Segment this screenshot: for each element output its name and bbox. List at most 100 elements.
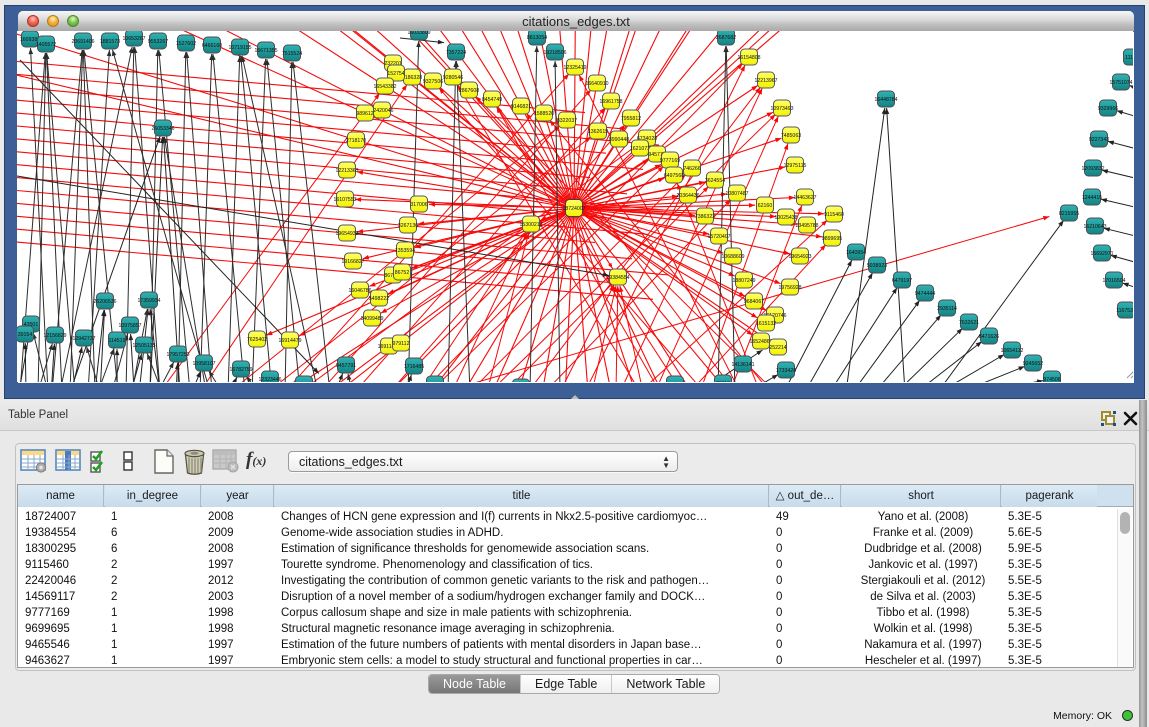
svg-text:10807487: 10807487	[725, 191, 748, 197]
svg-text:16107553: 16107553	[333, 197, 356, 203]
svg-text:17359934: 17359934	[137, 298, 160, 304]
svg-text:12093832: 12093832	[1081, 166, 1104, 172]
svg-text:14136141: 14136141	[731, 362, 754, 368]
svg-text:26053346: 26053346	[151, 126, 174, 132]
svg-text:12213363: 12213363	[335, 168, 358, 174]
svg-text:15751074: 15751074	[1109, 80, 1132, 86]
svg-text:19654932: 19654932	[335, 231, 358, 237]
svg-text:979112: 979112	[393, 341, 410, 347]
svg-text:3624554: 3624554	[705, 178, 725, 184]
svg-text:11174: 11174	[1125, 55, 1133, 61]
svg-text:6479197: 6479197	[892, 278, 912, 284]
svg-text:8215955: 8215955	[1059, 211, 1079, 217]
svg-text:974506: 974506	[1043, 377, 1060, 382]
svg-text:14463627: 14463627	[793, 195, 816, 201]
svg-text:8471626: 8471626	[979, 334, 999, 340]
svg-text:9553267: 9553267	[148, 39, 168, 45]
svg-text:7955812: 7955812	[621, 116, 641, 122]
svg-text:7357224: 7357224	[446, 50, 466, 56]
svg-text:12325419: 12325419	[563, 65, 586, 71]
svg-text:9146821: 9146821	[511, 104, 531, 110]
svg-text:16543382: 16543382	[373, 84, 396, 90]
svg-text:39154: 39154	[18, 332, 33, 338]
svg-text:19756928: 19756928	[778, 285, 801, 291]
svg-text:20364436: 20364436	[676, 193, 699, 199]
svg-text:7625402: 7625402	[247, 337, 267, 343]
svg-text:19166827: 19166827	[341, 259, 364, 265]
svg-text:5938923: 5938923	[867, 263, 887, 269]
svg-text:9327506: 9327506	[423, 79, 443, 85]
svg-text:1615132: 1615132	[756, 321, 776, 327]
svg-text:15720407: 15720407	[707, 234, 730, 240]
svg-text:70119: 70119	[716, 381, 730, 382]
svg-text:1621072: 1621072	[630, 146, 650, 152]
svg-text:9777169: 9777169	[660, 158, 680, 164]
svg-text:62160: 62160	[758, 203, 773, 209]
svg-text:15300213: 15300213	[519, 222, 542, 228]
svg-text:1353594: 1353594	[395, 248, 415, 254]
svg-text:16961758: 16961758	[599, 99, 622, 105]
svg-text:19654923: 19654923	[788, 254, 811, 260]
svg-text:10654112: 10654112	[1001, 348, 1024, 354]
svg-text:15692971: 15692971	[1090, 251, 1113, 257]
svg-text:2935114: 2935114	[937, 306, 957, 312]
svg-text:12942737: 12942737	[72, 336, 95, 342]
svg-text:12975115: 12975115	[784, 163, 807, 169]
svg-text:6466160: 6466160	[202, 43, 222, 49]
svg-text:9280546: 9280546	[443, 75, 463, 81]
svg-text:16914479: 16914479	[278, 338, 301, 344]
svg-text:19218506: 19218506	[543, 50, 566, 56]
svg-text:23495788: 23495788	[795, 223, 818, 229]
svg-text:1716485: 1716485	[404, 364, 424, 370]
svg-text:16640910: 16640910	[585, 81, 608, 87]
svg-text:16782759: 16782759	[229, 367, 252, 373]
svg-text:2718170: 2718170	[346, 138, 366, 144]
svg-text:6497568: 6497568	[664, 173, 684, 179]
svg-text:152754: 152754	[387, 71, 404, 77]
svg-text:7485063: 7485063	[781, 133, 801, 139]
svg-text:8454749: 8454749	[482, 97, 502, 103]
svg-text:8990448: 8990448	[609, 137, 629, 143]
svg-text:10025438: 10025438	[774, 215, 797, 221]
svg-text:7632621: 7632621	[959, 320, 979, 326]
svg-text:989612: 989612	[356, 111, 373, 117]
svg-text:9474444: 9474444	[915, 291, 935, 297]
svg-text:1733426: 1733426	[776, 368, 796, 374]
svg-text:114519: 114519	[109, 338, 126, 344]
svg-text:26206536: 26206536	[93, 299, 116, 305]
svg-text:12213967: 12213967	[754, 78, 777, 84]
svg-text:16210643: 16210643	[1083, 224, 1106, 230]
svg-text:86752: 86752	[395, 270, 410, 276]
svg-text:3267130: 3267130	[398, 223, 418, 229]
svg-text:17016504: 17016504	[1102, 278, 1125, 284]
svg-text:12505135: 12505135	[132, 343, 155, 349]
svg-text:9115460: 9115460	[824, 212, 844, 218]
svg-text:9457791: 9457791	[336, 363, 356, 369]
svg-text:1167534: 1167534	[1116, 308, 1133, 314]
svg-text:9684067: 9684067	[744, 299, 764, 305]
svg-text:10973493: 10973493	[770, 106, 793, 112]
svg-text:746266: 746266	[683, 166, 700, 172]
svg-text:1881573: 1881573	[100, 39, 120, 45]
svg-text:9899695: 9899695	[822, 236, 842, 242]
svg-text:10653267: 10653267	[122, 36, 145, 42]
svg-text:1588520: 1588520	[534, 111, 554, 117]
svg-text:16154808: 16154808	[737, 55, 760, 61]
svg-text:5498222: 5498222	[369, 296, 389, 302]
svg-text:9329966: 9329966	[1098, 106, 1118, 112]
svg-text:1405572: 1405572	[36, 42, 56, 48]
svg-text:12156829: 12156829	[43, 333, 66, 339]
svg-text:10975857: 10975857	[118, 323, 141, 329]
svg-text:1527602: 1527602	[176, 41, 196, 47]
svg-text:317006: 317006	[410, 202, 427, 208]
svg-text:8322037: 8322037	[557, 118, 577, 124]
svg-text:18724007: 18724007	[562, 206, 585, 212]
svg-text:18807249: 18807249	[732, 278, 755, 284]
svg-text:12323446: 12323446	[258, 377, 281, 382]
svg-text:7386322: 7386322	[695, 214, 715, 220]
svg-text:10958107: 10958107	[192, 361, 215, 367]
svg-text:7515524: 7515524	[282, 51, 302, 57]
svg-text:20691406: 20691406	[71, 39, 94, 45]
svg-text:1362615: 1362615	[588, 129, 608, 135]
svg-text:9245652: 9245652	[1023, 361, 1043, 367]
